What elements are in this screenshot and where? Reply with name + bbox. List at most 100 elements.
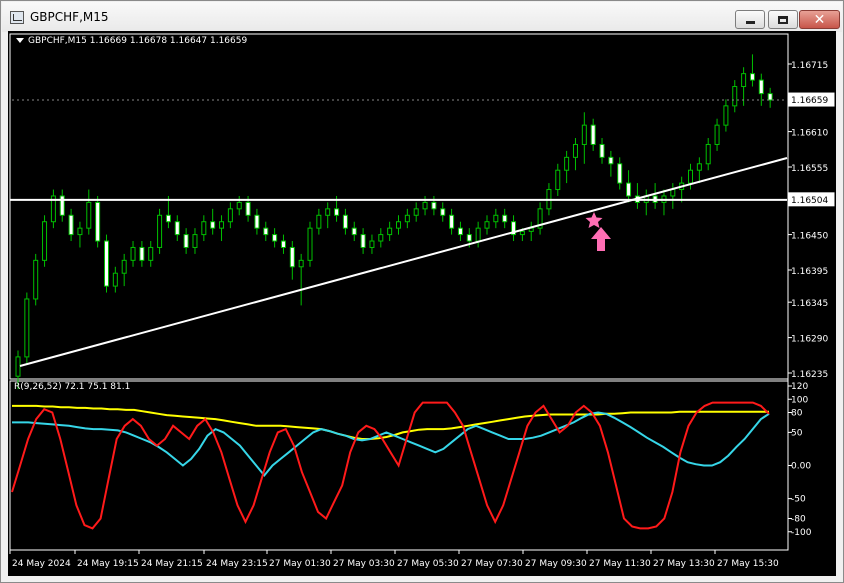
- candle-body: [431, 201, 437, 210]
- candle-body: [581, 124, 587, 145]
- time-tick-label: 27 May 07:30: [461, 559, 523, 569]
- chart-svg: 1.16715 1.16610 1.16555 1.16450 1.16395 1.163…: [9, 33, 835, 569]
- time-tick-label: 27 May 11:30: [589, 559, 651, 569]
- candle-body: [396, 221, 401, 229]
- candle-body: [272, 234, 278, 242]
- candle-body: [263, 227, 269, 236]
- price-tick-label: 1.16395: [791, 267, 828, 277]
- candle-body: [413, 208, 419, 216]
- candle-body: [484, 221, 490, 229]
- time-tick-label: 24 May 19:15: [77, 559, 139, 569]
- candle-body: [316, 214, 322, 229]
- star-icon: [585, 212, 603, 228]
- candle-body: [670, 189, 676, 197]
- ohlc-readout: GBPCHF,M15 1.16669 1.16678 1.16647 1.166…: [16, 36, 247, 46]
- candle-body: [130, 246, 136, 261]
- candle-body: [15, 356, 21, 377]
- candle-body: [404, 214, 410, 223]
- candle-body: [590, 124, 596, 145]
- candle-body: [626, 182, 632, 197]
- time-tick-label: 24 May 21:15: [141, 559, 203, 569]
- line-price-label: 1.16504: [791, 196, 828, 206]
- candle-body: [342, 214, 348, 229]
- candle-body: [475, 227, 481, 242]
- candle-body: [502, 214, 508, 223]
- candle-body: [192, 234, 198, 248]
- price-tick-label: 1.16290: [791, 335, 828, 345]
- candle-body: [723, 105, 729, 126]
- candle-body: [68, 214, 74, 236]
- candle-body: [714, 124, 720, 145]
- indicator-tick-label: -50: [791, 495, 806, 505]
- candle-body: [139, 246, 145, 261]
- cyan-series-line: [12, 411, 770, 477]
- time-tick-label: 24 May 23:15: [206, 559, 268, 569]
- indicator-label: R(9,26,52) 72.1 75.1 81.1: [14, 382, 131, 392]
- candle-body: [387, 227, 393, 236]
- candle-body: [749, 73, 755, 81]
- time-tick-label: 24 May 2024: [12, 559, 71, 569]
- candle-body: [351, 227, 357, 236]
- time-tick-label: 27 May 09:30: [525, 559, 587, 569]
- price-tick-label: 1.16235: [791, 370, 828, 380]
- candle-body: [227, 208, 233, 223]
- candle-body: [457, 227, 463, 236]
- candle-body: [307, 227, 313, 261]
- candle-body: [696, 163, 702, 171]
- candle-body: [325, 208, 331, 216]
- candle-body: [422, 201, 428, 210]
- candle-body: [440, 208, 446, 216]
- time-tick-label: 27 May 03:30: [333, 559, 395, 569]
- candle-body: [148, 246, 154, 261]
- candle-body: [493, 214, 499, 223]
- candle-body: [298, 259, 304, 268]
- time-tick-label: 27 May 05:30: [397, 559, 459, 569]
- candle-body: [449, 214, 455, 229]
- price-tick-label: 1.16715: [791, 61, 828, 71]
- trend-line: [19, 157, 788, 367]
- price-panel-frame: [9, 33, 789, 380]
- candle-body: [33, 259, 39, 300]
- candle-body: [219, 221, 225, 229]
- candle-body: [95, 201, 101, 242]
- candle-body: [378, 234, 384, 242]
- indicator-tick-label: 80: [791, 409, 803, 419]
- red-series-line: [11, 401, 770, 530]
- current-price-label: 1.16659: [791, 96, 828, 106]
- candle-body: [732, 86, 738, 107]
- price-tick-label: 1.16450: [791, 232, 828, 242]
- indicator-tick-label: -80: [791, 515, 806, 525]
- candle-body: [599, 143, 605, 158]
- candle-body: [369, 240, 375, 248]
- candle-body: [466, 234, 472, 242]
- candle-body: [767, 93, 773, 101]
- dropdown-arrow-icon[interactable]: [16, 38, 24, 43]
- time-tick-label: 27 May 13:30: [653, 559, 715, 569]
- candle-body: [564, 156, 570, 171]
- candle-body: [758, 79, 764, 95]
- candle-body: [174, 221, 180, 236]
- candle-body: [157, 214, 163, 248]
- price-tick-label: 1.16610: [791, 129, 828, 139]
- ohlc-text: GBPCHF,M15 1.16669 1.16678 1.16647 1.166…: [28, 36, 248, 46]
- candle-body: [705, 143, 711, 165]
- candle-body: [280, 240, 286, 248]
- candle-body: [24, 298, 30, 358]
- candle-body: [289, 246, 295, 268]
- candle-body: [555, 169, 561, 191]
- candle-body: [572, 143, 578, 158]
- candle-body: [112, 272, 118, 287]
- indicator-tick-label: 100: [791, 395, 808, 405]
- candle-body: [254, 214, 260, 229]
- candle-body: [183, 234, 189, 248]
- arrow-up-icon: [591, 227, 611, 251]
- candle-body: [42, 221, 48, 261]
- indicator-tick-label: 0.00: [791, 462, 811, 472]
- candle-body: [86, 201, 92, 229]
- candle-body: [165, 214, 171, 223]
- candle-body: [617, 163, 623, 184]
- time-tick-label: 27 May 01:30: [269, 559, 331, 569]
- candle-body: [201, 221, 207, 236]
- candle-body: [121, 259, 127, 274]
- candle-body: [103, 240, 109, 287]
